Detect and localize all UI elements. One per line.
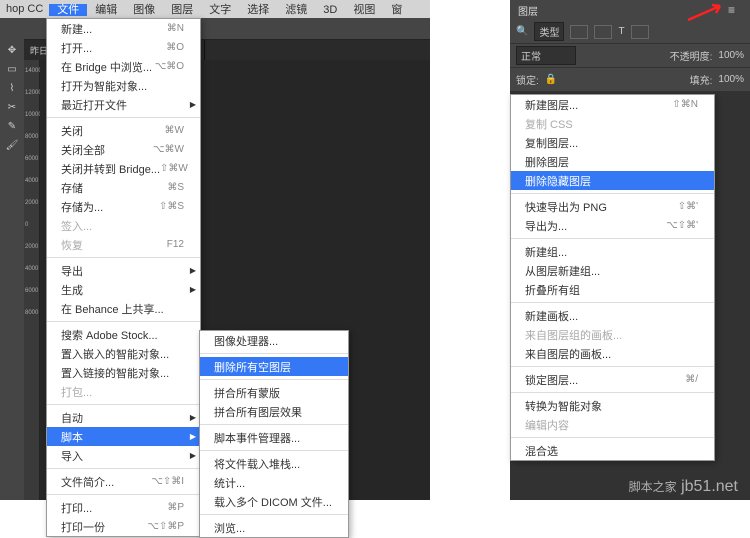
menu-文字[interactable]: 文字 — [201, 4, 239, 16]
menu-视图[interactable]: 视图 — [345, 4, 383, 16]
filter-type-icon[interactable]: T — [618, 26, 624, 37]
script-menu-item-13[interactable]: 浏览... — [200, 518, 348, 537]
layer-menu-item-9[interactable]: 新建组... — [511, 242, 714, 261]
file-menu-item-6[interactable]: 关闭⌘W — [47, 121, 200, 140]
menu-滤镜[interactable]: 滤镜 — [277, 4, 315, 16]
layer-menu-item-17[interactable]: 锁定图层...⌘/ — [511, 370, 714, 389]
opacity-label: 不透明度: — [670, 48, 713, 63]
filter-pixel-icon[interactable] — [570, 25, 588, 39]
file-menu-item-2[interactable]: 在 Bridge 中浏览...⌥⌘O — [47, 57, 200, 76]
script-menu-item-2[interactable]: 删除所有空图层 — [200, 357, 348, 376]
marquee-tool-icon[interactable]: ▭ — [2, 60, 22, 78]
file-menu-item-0[interactable]: 新建...⌘N — [47, 19, 200, 38]
layer-menu-item-14: 来自图层组的画板... — [511, 325, 714, 344]
lasso-tool-icon[interactable]: ⌇ — [2, 79, 22, 97]
script-menu-item-4[interactable]: 拼合所有蒙版 — [200, 383, 348, 402]
file-menu-item-30[interactable]: 打印一份⌥⇧⌘P — [47, 517, 200, 536]
vertical-ruler: 1400012000100008000600040002000020004000… — [24, 60, 40, 500]
annotation-arrow-icon — [686, 2, 728, 24]
layer-menu-item-1: 复制 CSS — [511, 114, 714, 133]
file-menu-item-3[interactable]: 打开为智能对象... — [47, 76, 200, 95]
lock-row: 锁定: 🔒 填充: 100% — [510, 68, 750, 92]
layer-menu-item-22[interactable]: 混合选 — [511, 441, 714, 460]
layer-menu-item-4[interactable]: 删除隐藏图层 — [511, 171, 714, 190]
menu-图像[interactable]: 图像 — [125, 4, 163, 16]
layers-panel: 图层 ≡ 🔍 类型 T 正常 不透明度: 100% 锁定: 🔒 填充: 100%… — [510, 0, 750, 500]
file-menu: 新建...⌘N打开...⌘O在 Bridge 中浏览...⌥⌘O打开为智能对象.… — [46, 18, 201, 537]
layer-menu-item-19[interactable]: 转换为智能对象 — [511, 396, 714, 415]
layer-menu-item-10[interactable]: 从图层新建组... — [511, 261, 714, 280]
file-menu-item-1[interactable]: 打开...⌘O — [47, 38, 200, 57]
file-menu-item-23[interactable]: 自动▶ — [47, 408, 200, 427]
file-menu-item-27[interactable]: 文件简介...⌥⇧⌘I — [47, 472, 200, 491]
file-menu-item-9[interactable]: 存储⌘S — [47, 178, 200, 197]
file-menu-item-14[interactable]: 导出▶ — [47, 261, 200, 280]
layer-menu-item-6[interactable]: 快速导出为 PNG⇧⌘' — [511, 197, 714, 216]
script-menu-item-5[interactable]: 拼合所有图层效果 — [200, 402, 348, 421]
tools-panel: ✥ ▭ ⌇ ✂ ✎ 🖌 — [0, 18, 24, 500]
blend-row: 正常 不透明度: 100% — [510, 44, 750, 68]
filter-adjust-icon[interactable] — [594, 25, 612, 39]
scripts-submenu: 图像处理器... 删除所有空图层拼合所有蒙版拼合所有图层效果脚本事件管理器... 将… — [199, 330, 349, 538]
script-menu-item-7[interactable]: 脚本事件管理器... — [200, 428, 348, 447]
layers-tab[interactable]: 图层 — [510, 3, 546, 18]
layer-menu-item-20: 编辑内容 — [511, 415, 714, 434]
watermark: 脚本之家 jb51.net — [629, 478, 738, 496]
menu-3D[interactable]: 3D — [315, 4, 345, 16]
menu-选择[interactable]: 选择 — [239, 4, 277, 16]
filter-type-select[interactable]: 类型 — [534, 22, 564, 41]
lock-all-icon[interactable]: 🔒 — [545, 74, 557, 85]
fill-label: 填充: — [690, 72, 713, 87]
layer-menu-item-2[interactable]: 复制图层... — [511, 133, 714, 152]
file-menu-item-10[interactable]: 存储为...⇧⌘S — [47, 197, 200, 216]
file-menu-item-25[interactable]: 导入▶ — [47, 446, 200, 465]
file-menu-item-15[interactable]: 生成▶ — [47, 280, 200, 299]
layer-menu-item-15[interactable]: 来自图层的画板... — [511, 344, 714, 363]
layers-flyout-menu: 新建图层...⇧⌘N复制 CSS复制图层...删除图层删除隐藏图层快速导出为 P… — [510, 94, 715, 461]
file-menu-item-8[interactable]: 关闭并转到 Bridge...⇧⌘W — [47, 159, 200, 178]
menu-编辑[interactable]: 编辑 — [87, 4, 125, 16]
layer-menu-item-13[interactable]: 新建画板... — [511, 306, 714, 325]
file-menu-item-19[interactable]: 置入嵌入的智能对象... — [47, 344, 200, 363]
fill-value[interactable]: 100% — [718, 74, 744, 85]
menu-文件[interactable]: 文件 — [49, 4, 87, 16]
blend-mode-select[interactable]: 正常 — [516, 46, 576, 65]
layer-menu-item-11[interactable]: 折叠所有组 — [511, 280, 714, 299]
script-menu-item-9[interactable]: 将文件载入堆栈... — [200, 454, 348, 473]
opacity-value[interactable]: 100% — [718, 50, 744, 61]
app-title: hop CC — [0, 3, 49, 15]
menu-图层[interactable]: 图层 — [163, 4, 201, 16]
script-menu-item-11[interactable]: 载入多个 DICOM 文件... — [200, 492, 348, 511]
lock-label: 锁定: — [516, 72, 539, 87]
panel-flyout-icon[interactable]: ≡ — [728, 3, 742, 17]
menubar: hop CC 文件编辑图像图层文字选择滤镜3D视图窗 — [0, 0, 430, 18]
file-menu-item-11: 签入... — [47, 216, 200, 235]
eyedropper-tool-icon[interactable]: ✎ — [2, 117, 22, 135]
layer-menu-item-3[interactable]: 删除图层 — [511, 152, 714, 171]
file-menu-item-21: 打包... — [47, 382, 200, 401]
brush-tool-icon[interactable]: 🖌 — [2, 136, 22, 154]
crop-tool-icon[interactable]: ✂ — [2, 98, 22, 116]
layer-menu-item-0[interactable]: 新建图层...⇧⌘N — [511, 95, 714, 114]
photoshop-window-left: hop CC 文件编辑图像图层文字选择滤镜3D视图窗 昨日竞猜一正稿.psd @… — [0, 0, 430, 500]
script-menu-item-0[interactable]: 图像处理器... — [200, 331, 348, 350]
move-tool-icon[interactable]: ✥ — [2, 41, 22, 59]
script-menu-item-10[interactable]: 统计... — [200, 473, 348, 492]
file-menu-item-7[interactable]: 关闭全部⌥⌘W — [47, 140, 200, 159]
filter-shape-icon[interactable] — [631, 25, 649, 39]
file-menu-item-29[interactable]: 打印...⌘P — [47, 498, 200, 517]
file-menu-item-18[interactable]: 搜索 Adobe Stock... — [47, 325, 200, 344]
menu-窗[interactable]: 窗 — [383, 4, 410, 16]
file-menu-item-4[interactable]: 最近打开文件▶ — [47, 95, 200, 114]
file-menu-item-20[interactable]: 置入链接的智能对象... — [47, 363, 200, 382]
panel-header: 图层 ≡ — [510, 0, 750, 20]
file-menu-item-16[interactable]: 在 Behance 上共享... — [47, 299, 200, 318]
search-icon[interactable]: 🔍 — [516, 26, 528, 37]
layer-menu-item-7[interactable]: 导出为...⌥⇧⌘' — [511, 216, 714, 235]
file-menu-item-24[interactable]: 脚本▶ — [47, 427, 200, 446]
file-menu-item-12: 恢复F12 — [47, 235, 200, 254]
